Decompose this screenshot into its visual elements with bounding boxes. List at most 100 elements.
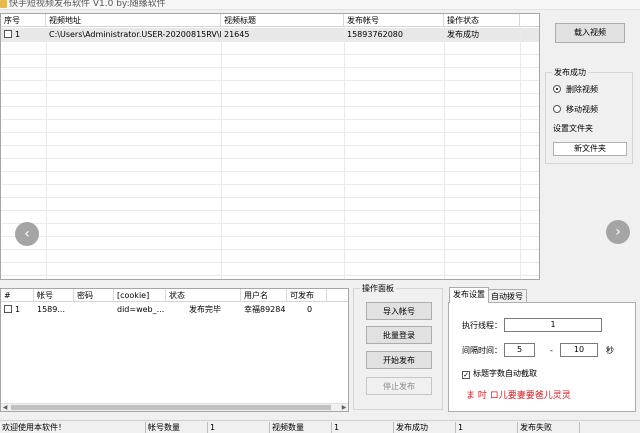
status-welcome: 欢迎使用本软件！ xyxy=(0,422,146,433)
footer-text: ま 吋 ロ儿要妻要爸儿灵灵 xyxy=(466,391,571,401)
grid-line xyxy=(1,171,539,172)
video-row-index: 1 xyxy=(15,30,21,39)
folder-field[interactable]: 新文件夹 xyxy=(553,142,627,156)
status-bar: 欢迎使用本软件！ 帐号数量 1 视频数量 1 发布成功 1 发布失败 xyxy=(0,420,640,433)
video-row-path: C:\Users\Administrator.USER-20200815RV\D… xyxy=(49,30,221,39)
interval-label: 间隔时间： xyxy=(462,346,502,355)
status-success-label: 发布成功 xyxy=(394,422,456,433)
chevron-left-icon[interactable]: ‹ xyxy=(15,222,39,246)
grid-line xyxy=(344,27,345,279)
grid-line xyxy=(1,41,539,42)
video-list-header: 序号 视频地址 视频标题 发布帐号 操作状态 xyxy=(1,14,539,27)
video-col-status[interactable]: 操作状态 xyxy=(444,14,520,27)
grid-line xyxy=(1,275,539,276)
video-row-account: 15893762080 xyxy=(347,30,403,39)
account-col-cookie[interactable]: [cookie] xyxy=(114,289,166,302)
account-row-checkbox[interactable] xyxy=(4,305,12,313)
chevron-right-icon[interactable]: › xyxy=(606,220,630,244)
scroll-thumb[interactable] xyxy=(11,405,331,410)
account-col-password[interactable]: 密码 xyxy=(74,289,114,302)
account-col-publishable[interactable]: 可发布 xyxy=(287,289,327,302)
video-list[interactable]: 序号 视频地址 视频标题 发布帐号 操作状态 1 C:\Users\Admini… xyxy=(0,13,540,280)
video-row-checkbox[interactable] xyxy=(4,30,12,38)
grid-line xyxy=(1,158,539,159)
grid-line xyxy=(1,119,539,120)
video-col-title[interactable]: 视频标题 xyxy=(221,14,344,27)
publish-settings-panel: 执行线程： 1 间隔时间： 5 - 10 秒 ✓ 标题字数自动截取 ま 吋 ロ儿要… xyxy=(448,302,636,412)
video-row[interactable]: 1 C:\Users\Administrator.USER-20200815RV… xyxy=(1,28,539,41)
import-account-button[interactable]: 导入帐号 xyxy=(366,302,432,320)
account-col-username[interactable]: 用户名 xyxy=(241,289,287,302)
grid-line xyxy=(221,27,222,279)
title-truncate-check-box[interactable]: ✓ xyxy=(462,371,470,379)
interval-min-input[interactable]: 5 xyxy=(504,343,535,357)
title-truncate-label: 标题字数自动截取 xyxy=(473,369,537,378)
radio-move-video[interactable]: 移动视频 xyxy=(553,105,598,115)
radio-delete-label: 删除视频 xyxy=(566,85,598,94)
scroll-right-icon[interactable]: ▶ xyxy=(340,404,348,411)
scroll-left-icon[interactable]: ◀ xyxy=(1,404,9,411)
window-title: 快手短视频发布软件 V1.0 by:随缘软件 xyxy=(9,0,166,9)
stop-publish-button[interactable]: 停止发布 xyxy=(366,377,432,395)
grid-line xyxy=(1,132,539,133)
threads-input[interactable]: 1 xyxy=(504,318,602,332)
account-list[interactable]: # 帐号 密码 [cookie] 状态 用户名 可发布 1 1589... di… xyxy=(0,288,349,412)
interval-separator: - xyxy=(550,346,553,355)
interval-max-input[interactable]: 10 xyxy=(560,343,598,357)
status-video-count: 1 xyxy=(332,422,394,433)
account-row-index-cell: 1 xyxy=(1,303,34,316)
account-row-index: 1 xyxy=(15,305,21,314)
account-col-status[interactable]: 状态 xyxy=(166,289,241,302)
radio-move-label: 移动视频 xyxy=(566,105,598,114)
account-row-password xyxy=(74,303,114,316)
interval-unit: 秒 xyxy=(606,346,614,355)
status-fail-label: 发布失败 xyxy=(518,422,580,433)
account-row[interactable]: 1 1589... did=web_... 发布完毕 幸福89284 0 xyxy=(1,303,348,316)
account-col-account[interactable]: 帐号 xyxy=(34,289,74,302)
grid-line xyxy=(520,27,521,279)
radio-move-indicator[interactable] xyxy=(553,105,561,113)
grid-line xyxy=(1,106,539,107)
grid-line xyxy=(46,27,47,279)
video-col-path[interactable]: 视频地址 xyxy=(46,14,221,27)
tab-auto-dial[interactable]: 自动拨号 xyxy=(487,289,527,303)
grid-line xyxy=(1,93,539,94)
grid-line xyxy=(1,249,539,250)
video-col-account[interactable]: 发布帐号 xyxy=(344,14,444,27)
app-icon xyxy=(0,0,7,8)
status-fail-count xyxy=(580,422,640,433)
status-account-count-label: 帐号数量 xyxy=(146,422,208,433)
status-success-count: 1 xyxy=(456,422,518,433)
grid-line xyxy=(1,54,539,55)
grid-line xyxy=(1,184,539,185)
batch-login-button[interactable]: 批量登录 xyxy=(366,326,432,344)
grid-line xyxy=(1,197,539,198)
account-row-username: 幸福89284 xyxy=(244,305,286,314)
grid-line xyxy=(1,236,539,237)
account-row-account: 1589... xyxy=(37,305,65,314)
account-row-cookie: did=web_... xyxy=(117,305,165,314)
video-row-index-cell: 1 xyxy=(1,28,46,41)
publish-success-group-label: 发布成功 xyxy=(552,67,588,78)
folder-setting-label: 设置文件夹 xyxy=(553,124,593,133)
grid-line xyxy=(1,223,539,224)
grid-line xyxy=(1,262,539,263)
title-bar: 快手短视频发布软件 V1.0 by:随缘软件 xyxy=(0,0,640,10)
grid-line xyxy=(1,145,539,146)
video-row-title: 21645 xyxy=(224,30,250,39)
start-publish-button[interactable]: 开始发布 xyxy=(366,351,432,369)
grid-line xyxy=(1,80,539,81)
radio-delete-video[interactable]: 删除视频 xyxy=(553,85,598,95)
account-list-hscrollbar[interactable]: ◀ ▶ xyxy=(1,403,348,411)
title-truncate-checkbox[interactable]: ✓ 标题字数自动截取 xyxy=(462,369,537,379)
grid-line xyxy=(1,67,539,68)
account-row-publishable: 0 xyxy=(307,305,313,314)
video-col-index[interactable]: 序号 xyxy=(1,14,46,27)
operation-panel-label: 操作面板 xyxy=(360,283,396,294)
load-video-button[interactable]: 载入视频 xyxy=(555,23,625,43)
account-list-header: # 帐号 密码 [cookie] 状态 用户名 可发布 xyxy=(1,289,348,302)
account-col-index[interactable]: # xyxy=(1,289,34,302)
grid-line xyxy=(444,27,445,279)
tab-publish-settings[interactable]: 发布设置 xyxy=(449,287,489,303)
radio-delete-indicator[interactable] xyxy=(553,85,561,93)
